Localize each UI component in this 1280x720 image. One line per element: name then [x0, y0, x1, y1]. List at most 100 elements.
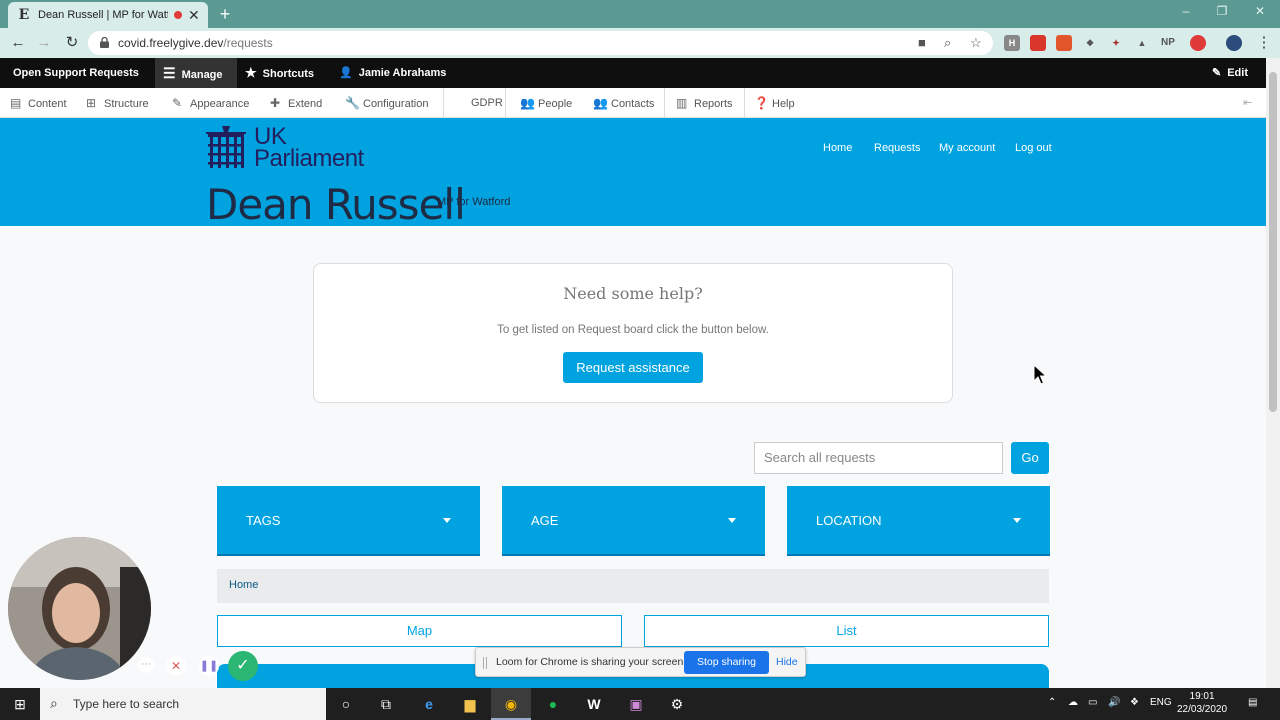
open-support-requests-link[interactable]: Open Support Requests: [5, 58, 147, 88]
user-account-tab[interactable]: 👤 Jamie Abrahams: [331, 58, 454, 88]
shortcuts-tab[interactable]: ★ Shortcuts: [237, 58, 322, 88]
loom-extension-icon[interactable]: [1190, 35, 1206, 51]
page-scrollbar[interactable]: [1266, 58, 1280, 688]
admin-menu-appearance[interactable]: ✎ Appearance: [172, 88, 249, 118]
help-text: To get listed on Request board click the…: [497, 324, 769, 336]
task-view-icon[interactable]: ⧉: [376, 694, 396, 714]
hide-banner-link[interactable]: Hide: [776, 656, 798, 668]
menu-divider: [664, 88, 665, 118]
drag-handle-icon[interactable]: [483, 657, 487, 669]
bookmark-star-icon[interactable]: ☆: [970, 35, 982, 51]
dropbox-extension-icon[interactable]: ❖: [1082, 35, 1098, 51]
dropbox-tray-icon[interactable]: ❖: [1130, 697, 1139, 708]
admin-menu-content[interactable]: ▤ Content: [10, 88, 67, 118]
pause-recording-icon[interactable]: ❚❚: [199, 656, 219, 676]
brush-icon: ✎: [172, 96, 183, 110]
pencil-icon: ✎: [1212, 67, 1222, 79]
minimize-window-button[interactable]: –: [1176, 4, 1196, 18]
nav-requests-link[interactable]: Requests: [874, 142, 920, 154]
network-icon[interactable]: ▭: [1088, 697, 1097, 708]
nav-home-link[interactable]: Home: [823, 142, 852, 154]
contacts-icon: 👥: [593, 96, 608, 110]
mp-name-title: Dean Russell: [206, 180, 466, 229]
search-go-button[interactable]: Go: [1011, 442, 1049, 474]
new-tab-button[interactable]: +: [216, 5, 234, 23]
nav-my-account-link[interactable]: My account: [939, 142, 995, 154]
age-filter-dropdown[interactable]: AGE: [502, 486, 765, 556]
collapse-tray-icon[interactable]: ⇤: [1243, 88, 1252, 118]
admin-menu-structure[interactable]: ⊞ Structure: [86, 88, 149, 118]
cancel-recording-icon[interactable]: ✕: [166, 656, 186, 676]
close-window-button[interactable]: ✕: [1250, 4, 1270, 18]
menu-divider: [505, 88, 506, 118]
loom-sharing-message: Loom for Chrome is sharing your screen.: [496, 656, 687, 668]
show-hidden-icons-icon[interactable]: ⌃: [1048, 697, 1056, 708]
admin-menu-gdpr[interactable]: GDPR: [471, 88, 503, 118]
onedrive-cloud-icon[interactable]: ☁: [1068, 697, 1078, 708]
breadcrumb-home-link[interactable]: Home: [229, 579, 258, 591]
bar-chart-icon: ▥: [676, 96, 688, 110]
browser-toolbar: ← → ↻ covid.freelygive.dev/requests ■ ⌕ …: [0, 28, 1280, 58]
hamburger-menu-icon: ☰: [163, 65, 176, 81]
extension-lastpass-icon[interactable]: ✦: [1108, 35, 1124, 51]
manage-tab[interactable]: ☰ Manage: [155, 58, 237, 88]
edge-browser-icon[interactable]: e: [419, 694, 439, 714]
spotify-icon[interactable]: ●: [543, 694, 563, 714]
mouse-cursor-icon: [1033, 364, 1047, 385]
stop-sharing-button[interactable]: Stop sharing: [684, 651, 769, 674]
camera-icon[interactable]: ■: [918, 35, 926, 50]
file-explorer-icon[interactable]: ▆: [460, 694, 480, 714]
forward-arrow-icon[interactable]: →: [34, 33, 54, 53]
extension-np-icon[interactable]: NP: [1160, 35, 1176, 51]
chrome-menu-icon[interactable]: ⋮: [1254, 33, 1274, 53]
more-options-icon[interactable]: ⋯: [138, 657, 154, 673]
admin-menu-contacts[interactable]: 👥 Contacts: [593, 88, 654, 118]
puzzle-icon: ✚: [270, 96, 281, 110]
finish-recording-icon[interactable]: ✓: [228, 651, 258, 681]
photos-app-icon[interactable]: ▣: [626, 694, 646, 714]
map-view-tab[interactable]: Map: [217, 615, 622, 647]
edit-toggle[interactable]: ✎ Edit: [1204, 58, 1256, 88]
maximize-window-button[interactable]: ❐: [1212, 4, 1232, 18]
browser-tab-active[interactable]: E Dean Russell | MP for Watford ✕: [8, 2, 208, 28]
menu-divider: [443, 88, 444, 118]
chrome-browser-icon[interactable]: ◉: [501, 694, 521, 714]
admin-menu-configuration[interactable]: 🔧 Configuration: [345, 88, 428, 118]
filter-label: TAGS: [246, 513, 281, 528]
search-requests-input[interactable]: Search all requests: [754, 442, 1003, 474]
admin-menu-reports[interactable]: ▥ Reports: [676, 88, 733, 118]
star-icon: ★: [245, 65, 257, 80]
close-tab-icon[interactable]: ✕: [188, 7, 200, 24]
admin-menu-extend[interactable]: ✚ Extend: [270, 88, 322, 118]
loom-sharing-banner: Loom for Chrome is sharing your screen. …: [475, 647, 806, 677]
profile-avatar-icon[interactable]: [1226, 35, 1242, 51]
settings-gear-icon[interactable]: ⚙: [667, 694, 687, 714]
extension-red-icon[interactable]: [1030, 35, 1046, 51]
zoom-icon[interactable]: ⌕: [944, 35, 951, 51]
tags-filter-dropdown[interactable]: TAGS: [217, 486, 480, 556]
taskbar-search-box[interactable]: ⌕ Type here to search: [40, 688, 326, 720]
back-arrow-icon[interactable]: ←: [8, 33, 28, 53]
admin-menu-tray: ▤ Content ⊞ Structure ✎ Appearance ✚ Extend …: [0, 88, 1266, 118]
taskbar-clock[interactable]: 19:01 22/03/2020: [1177, 690, 1227, 716]
address-bar[interactable]: covid.freelygive.dev/requests ■ ⌕ ☆: [88, 31, 993, 55]
volume-icon[interactable]: 🔊: [1108, 697, 1120, 708]
list-view-tab[interactable]: List: [644, 615, 1049, 647]
extension-h-icon[interactable]: H: [1004, 35, 1020, 51]
windows-start-icon[interactable]: ⊞: [10, 694, 30, 714]
language-indicator[interactable]: ENG: [1150, 697, 1172, 708]
location-filter-dropdown[interactable]: LOCATION: [787, 486, 1050, 556]
scrollbar-thumb[interactable]: [1269, 72, 1277, 412]
drive-extension-icon[interactable]: ▲: [1134, 35, 1150, 51]
request-assistance-button[interactable]: Request assistance: [563, 352, 703, 383]
word-app-icon[interactable]: W: [584, 694, 604, 714]
webcam-bubble[interactable]: [8, 537, 151, 680]
site-header: UK Parliament Dean Russell MP for Watfor…: [0, 118, 1266, 229]
reload-icon[interactable]: ↻: [62, 33, 82, 53]
admin-menu-help[interactable]: ❓ Help: [754, 88, 795, 118]
notifications-icon[interactable]: ▤: [1248, 697, 1257, 708]
nav-log-out-link[interactable]: Log out: [1015, 142, 1052, 154]
extension-office-icon[interactable]: [1056, 35, 1072, 51]
cortana-icon[interactable]: ○: [336, 694, 356, 714]
admin-menu-people[interactable]: 👥 People: [520, 88, 572, 118]
